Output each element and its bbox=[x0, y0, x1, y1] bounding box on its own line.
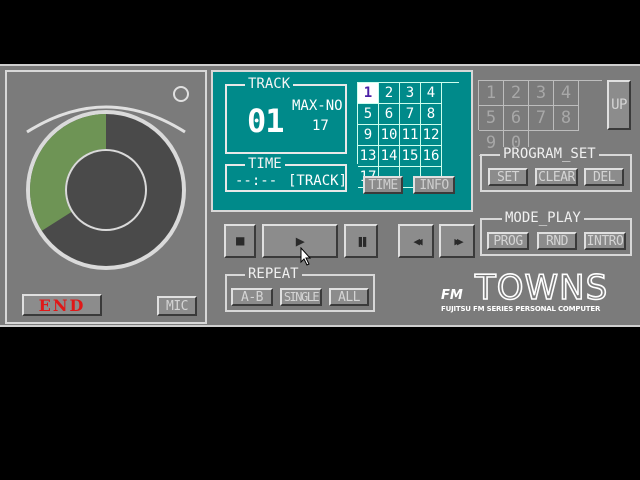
disc-graphic bbox=[26, 105, 186, 270]
track-grid-cell[interactable]: 1 bbox=[358, 83, 379, 104]
track-grid-cell[interactable]: 7 bbox=[400, 104, 421, 125]
track-grid-cell[interactable]: 4 bbox=[421, 83, 442, 104]
max-no-label: MAX-NO bbox=[292, 98, 343, 114]
repeat-ab-button[interactable]: A-B bbox=[231, 288, 273, 306]
track-grid-cell[interactable]: 16 bbox=[421, 146, 442, 167]
time-title: TIME bbox=[245, 157, 285, 171]
rnd-button[interactable]: RND bbox=[537, 232, 577, 250]
time-mode: [TRACK] bbox=[288, 173, 348, 189]
towns-logo: TOWNS bbox=[474, 268, 609, 308]
program-set-title: PROGRAM_SET bbox=[500, 147, 599, 161]
info-button[interactable]: INFO bbox=[413, 176, 455, 194]
prev-track-button[interactable]: ◀◀ bbox=[398, 224, 434, 258]
track-title: TRACK bbox=[245, 77, 294, 91]
display-panel: TRACK 01 MAX-NO 17 TIME --:-- [TRACK] 12… bbox=[211, 70, 473, 212]
digit-key-2[interactable]: 2 bbox=[504, 81, 529, 106]
intro-button[interactable]: INTRO bbox=[584, 232, 626, 250]
digit-key-1[interactable]: 1 bbox=[479, 81, 504, 106]
set-button[interactable]: SET bbox=[488, 168, 528, 186]
digit-key-7[interactable]: 7 bbox=[529, 106, 554, 131]
del-button[interactable]: DEL bbox=[584, 168, 624, 186]
pause-button[interactable]: ❚❚ bbox=[344, 224, 378, 258]
time-value: --:-- bbox=[235, 173, 278, 189]
digit-key-5[interactable]: 5 bbox=[479, 106, 504, 131]
time-button[interactable]: TIME bbox=[363, 176, 403, 194]
end-button[interactable]: END bbox=[22, 294, 102, 316]
track-grid-cell[interactable]: 2 bbox=[379, 83, 400, 104]
digit-key-4[interactable]: 4 bbox=[554, 81, 579, 106]
track-grid-cell[interactable]: 15 bbox=[400, 146, 421, 167]
mouse-cursor-icon bbox=[300, 247, 312, 266]
prog-button[interactable]: PROG bbox=[487, 232, 529, 250]
repeat-all-button[interactable]: ALL bbox=[329, 288, 369, 306]
track-grid-cell[interactable]: 3 bbox=[400, 83, 421, 104]
track-grid-cell[interactable]: 6 bbox=[379, 104, 400, 125]
track-grid: 1234567891011121314151617 bbox=[357, 82, 459, 188]
track-grid-cell[interactable]: 10 bbox=[379, 125, 400, 146]
track-grid-cell[interactable]: 14 bbox=[379, 146, 400, 167]
disc-panel: END MIC bbox=[5, 70, 207, 324]
track-number: 01 bbox=[247, 102, 285, 140]
track-grid-cell[interactable]: 11 bbox=[400, 125, 421, 146]
mic-button[interactable]: MIC bbox=[157, 296, 197, 316]
mode-play-title: MODE_PLAY bbox=[502, 211, 584, 225]
cd-player-window: END MIC TRACK 01 MAX-NO 17 TIME --:-- [T… bbox=[0, 64, 640, 327]
clear-button[interactable]: CLEAR bbox=[535, 168, 578, 186]
repeat-title: REPEAT bbox=[245, 267, 302, 281]
max-no-value: 17 bbox=[312, 118, 329, 134]
track-grid-cell[interactable]: 8 bbox=[421, 104, 442, 125]
repeat-single-button[interactable]: SINGLE bbox=[280, 288, 322, 306]
next-track-button[interactable]: ▶▶ bbox=[439, 224, 475, 258]
stop-button[interactable]: ■ bbox=[224, 224, 256, 258]
track-grid-cell[interactable]: 13 bbox=[358, 146, 379, 167]
track-grid-cell[interactable]: 5 bbox=[358, 104, 379, 125]
up-button[interactable]: UP bbox=[607, 80, 631, 130]
fm-logo: FM bbox=[441, 288, 463, 303]
digit-key-3[interactable]: 3 bbox=[529, 81, 554, 106]
track-grid-cell[interactable]: 9 bbox=[358, 125, 379, 146]
brand-tagline: FUJITSU FM SERIES PERSONAL COMPUTER bbox=[441, 305, 601, 313]
digit-key-6[interactable]: 6 bbox=[504, 106, 529, 131]
disc-indicator-icon bbox=[173, 86, 189, 102]
digit-key-8[interactable]: 8 bbox=[554, 106, 579, 131]
number-keypad: 1234567890 bbox=[478, 80, 602, 156]
track-grid-cell[interactable]: 12 bbox=[421, 125, 442, 146]
